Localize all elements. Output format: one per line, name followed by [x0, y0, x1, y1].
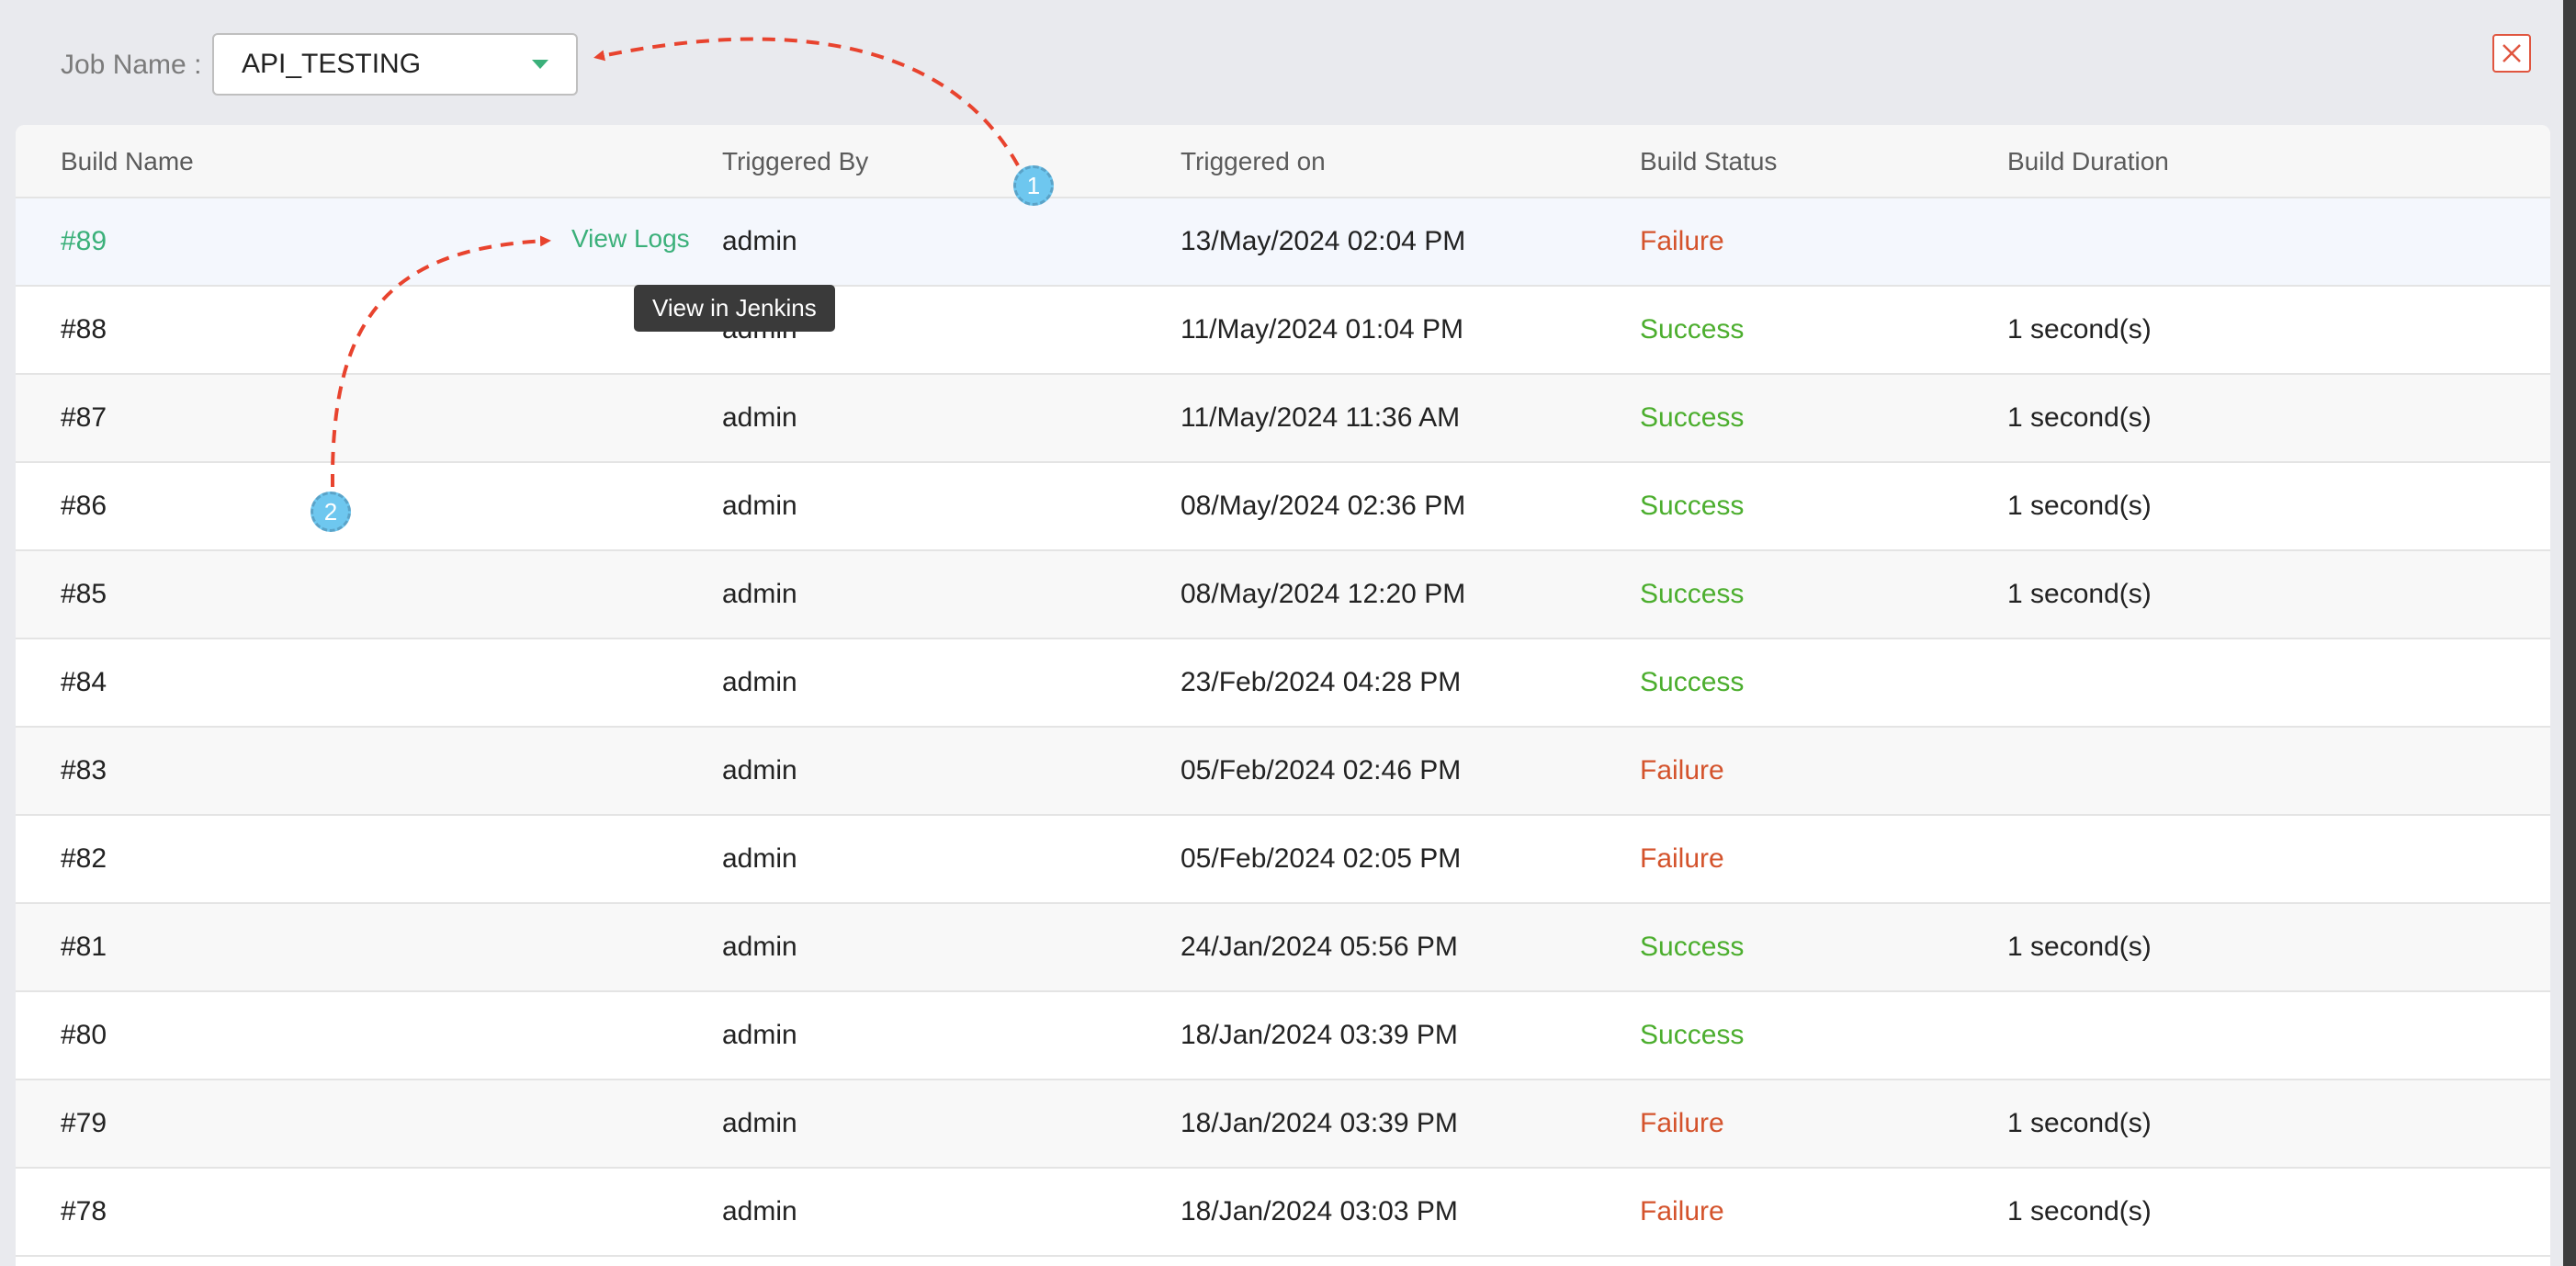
triggered-on-cell: 18/Jan/2024 03:39 PM: [1181, 1108, 1458, 1138]
build-name-link[interactable]: #78: [61, 1196, 107, 1227]
build-status-cell: Success: [1640, 314, 1745, 345]
job-name-label: Job Name :: [61, 50, 202, 80]
build-name-link[interactable]: #82: [61, 843, 107, 875]
build-status-cell: Success: [1640, 932, 1745, 962]
view-in-jenkins-tooltip: View in Jenkins: [634, 285, 835, 332]
triggered-on-cell: 08/May/2024 12:20 PM: [1181, 579, 1466, 609]
triggered-on-cell: 23/Feb/2024 04:28 PM: [1181, 667, 1462, 697]
build-status-cell: Failure: [1640, 843, 1724, 874]
triggered-on-cell: 24/Jan/2024 05:56 PM: [1181, 932, 1458, 962]
triggered-on-cell: 18/Jan/2024 03:03 PM: [1181, 1196, 1458, 1226]
build-name-link[interactable]: #87: [61, 402, 107, 434]
triggered-by-cell: admin: [722, 579, 797, 609]
table-row[interactable]: #88admin11/May/2024 01:04 PMSuccess1 sec…: [16, 287, 2550, 375]
build-name-link[interactable]: #84: [61, 667, 107, 698]
close-icon: [2503, 44, 2521, 62]
build-duration-cell: 1 second(s): [2007, 579, 2152, 609]
build-duration-cell: 1 second(s): [2007, 932, 2152, 962]
triggered-by-cell: admin: [722, 402, 797, 433]
column-header-build-duration: Build Duration: [2007, 147, 2169, 175]
build-status-cell: Failure: [1640, 1108, 1724, 1138]
triggered-by-cell: admin: [722, 226, 797, 256]
builds-table: Build Name Triggered By Triggered on Bui…: [16, 125, 2550, 1266]
triggered-by-cell: admin: [722, 667, 797, 697]
triggered-by-cell: admin: [722, 932, 797, 962]
annotation-badge-2: 2: [311, 492, 351, 532]
build-status-cell: Success: [1640, 491, 1745, 521]
build-name-link[interactable]: #85: [61, 579, 107, 610]
table-row[interactable]: #80 admin 18/Jan/2024 03:39 PM Success: [16, 992, 2550, 1080]
chevron-down-icon: [532, 60, 548, 69]
job-name-select[interactable]: API_TESTING: [212, 33, 578, 96]
table-row[interactable]: #83 admin 05/Feb/2024 02:46 PM Failure: [16, 728, 2550, 816]
column-header-build-name: Build Name: [61, 147, 194, 175]
triggered-on-cell: 08/May/2024 02:36 PM: [1181, 491, 1466, 521]
triggered-by-cell: admin: [722, 1020, 797, 1050]
column-header-triggered-by: Triggered By: [722, 147, 869, 175]
build-name-link[interactable]: #83: [61, 755, 107, 786]
view-logs-link[interactable]: View Logs: [571, 224, 690, 254]
build-duration-cell: 1 second(s): [2007, 314, 2152, 345]
build-status-cell: Failure: [1640, 226, 1724, 256]
build-status-cell: Failure: [1640, 1196, 1724, 1226]
build-name-link[interactable]: #86: [61, 491, 107, 522]
build-status-cell: Success: [1640, 402, 1745, 433]
window-edge: [2563, 0, 2576, 1266]
table-row[interactable]: #86 admin 08/May/2024 02:36 PM Success 1 sec…: [16, 463, 2550, 551]
build-duration-cell: 1 second(s): [2007, 1196, 2152, 1226]
build-name-link[interactable]: #79: [61, 1108, 107, 1139]
build-status-cell: Success: [1640, 667, 1745, 697]
job-name-value: API_TESTING: [242, 49, 422, 79]
table-row[interactable]: #89 View Logs admin 13/May/2024 02:04 PM Fai…: [16, 198, 2550, 287]
annotation-badge-1: 1: [1013, 165, 1054, 206]
triggered-by-cell: admin: [722, 1196, 797, 1226]
table-header: Build Name Triggered By Triggered on Bui…: [16, 125, 2550, 198]
table-row[interactable]: #81 admin 24/Jan/2024 05:56 PM Success 1 sec…: [16, 904, 2550, 992]
build-duration-cell: 1 second(s): [2007, 491, 2152, 521]
triggered-by-cell: admin: [722, 843, 797, 874]
triggered-on-cell: 05/Feb/2024 02:05 PM: [1181, 843, 1462, 874]
build-duration-cell: 1 second(s): [2007, 1108, 2152, 1138]
table-row[interactable]: #78 admin 18/Jan/2024 03:03 PM Failure 1 sec…: [16, 1169, 2550, 1257]
build-name-link[interactable]: #81: [61, 932, 107, 963]
triggered-on-cell: 13/May/2024 02:04 PM: [1181, 226, 1466, 256]
triggered-on-cell: 18/Jan/2024 03:39 PM: [1181, 1020, 1458, 1050]
table-row[interactable]: #85 admin 08/May/2024 12:20 PM Success 1 sec…: [16, 551, 2550, 639]
triggered-on-cell: 11/May/2024 11:36 AM: [1181, 402, 1461, 433]
triggered-by-cell: admin: [722, 491, 797, 521]
table-row[interactable]: #87 admin 11/May/2024 11:36 AM Success 1 sec…: [16, 375, 2550, 463]
close-button[interactable]: [2492, 34, 2531, 73]
table-body: #89 View Logs admin 13/May/2024 02:04 PM Fai…: [16, 198, 2550, 1257]
build-duration-cell: 1 second(s): [2007, 402, 2152, 433]
table-row[interactable]: #79 admin 18/Jan/2024 03:39 PM Failure 1 sec…: [16, 1080, 2550, 1169]
build-status-cell: Success: [1640, 579, 1745, 609]
triggered-by-cell: admin: [722, 1108, 797, 1138]
table-row[interactable]: #82 admin 05/Feb/2024 02:05 PM Failure: [16, 816, 2550, 904]
table-row[interactable]: #84 admin 23/Feb/2024 04:28 PM Success: [16, 639, 2550, 728]
build-status-cell: Failure: [1640, 755, 1724, 786]
triggered-on-cell: 11/May/2024 01:04 PM: [1181, 314, 1463, 345]
build-name-link[interactable]: #89: [61, 226, 107, 257]
column-header-triggered-on: Triggered on: [1181, 147, 1326, 175]
build-name-link[interactable]: #88: [61, 314, 107, 345]
build-history-dialog: Job Name : API_TESTING Build Name Trigge…: [0, 0, 2576, 1266]
build-name-link[interactable]: #80: [61, 1020, 107, 1051]
build-status-cell: Success: [1640, 1020, 1745, 1050]
triggered-by-cell: admin: [722, 755, 797, 786]
triggered-on-cell: 05/Feb/2024 02:46 PM: [1181, 755, 1462, 786]
column-header-build-status: Build Status: [1640, 147, 1778, 175]
